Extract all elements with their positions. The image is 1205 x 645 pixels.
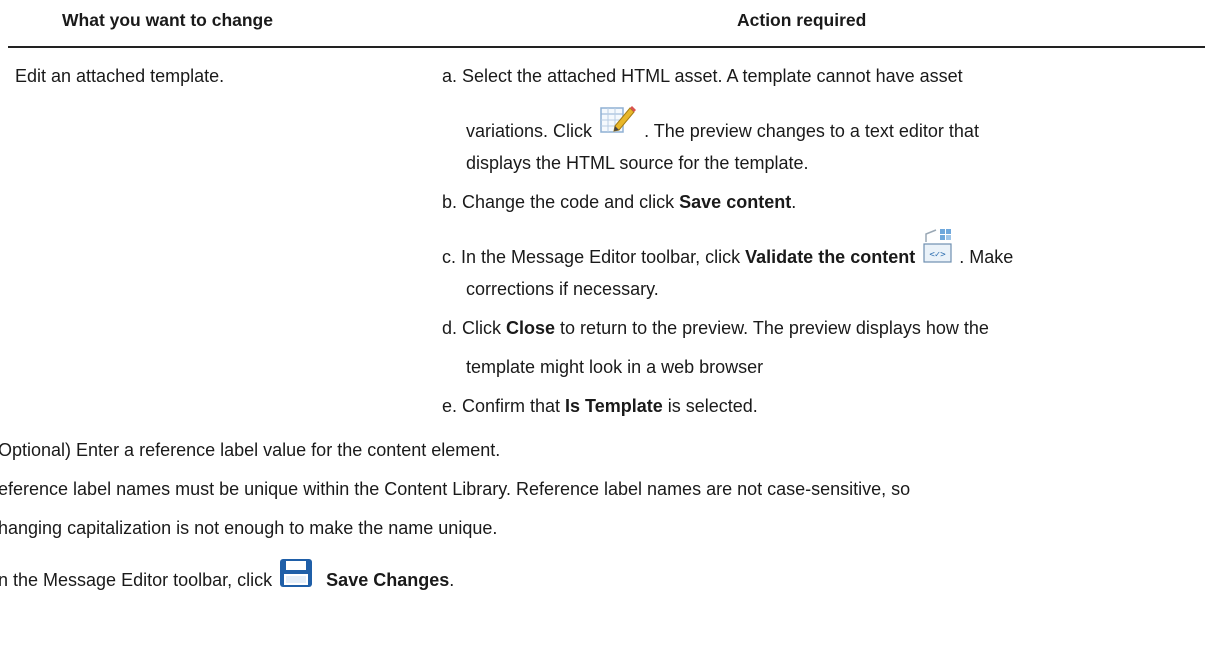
column-header-action: Action required <box>737 10 867 30</box>
step-a-text-after: . The preview changes to a text editor t… <box>644 120 979 141</box>
is-template-label: Is Template <box>565 396 663 416</box>
validate-content-icon: <✓> <box>922 228 952 264</box>
step-e-text: e. Confirm that <box>442 396 566 416</box>
step-a-text-before: variations. Click <box>466 120 593 141</box>
step-b-end: . <box>791 192 797 212</box>
header-divider <box>8 46 1205 48</box>
step-d-text: d. Click <box>442 318 507 338</box>
step-c: c. In the Message Editor toolbar, click … <box>442 229 1014 276</box>
step-d: d. Click Close to return to the preview.… <box>442 318 989 339</box>
step-b-text: b. Change the code and click <box>442 192 680 212</box>
optional-step: Optional) Enter a reference label value … <box>0 440 501 460</box>
save-changes-label: Save Changes <box>326 569 450 590</box>
step-d-end: to return to the preview. The preview di… <box>555 318 989 338</box>
save-changes-icon <box>279 558 313 588</box>
close-label: Close <box>506 318 556 338</box>
reference-note-line-2: hanging capitalization is not enough to … <box>0 518 498 538</box>
step-c-text: c. In the Message Editor toolbar, click <box>442 246 746 267</box>
step-c-end: . Make <box>959 246 1014 267</box>
validate-content-label: Validate the content <box>745 246 916 267</box>
save-step-text: n the Message Editor toolbar, click <box>0 569 273 590</box>
step-b: b. Change the code and click Save conten… <box>442 192 796 213</box>
step-a-line-2: variations. Click . The preview changes … <box>466 106 979 150</box>
edit-source-icon <box>599 102 637 138</box>
save-content-label: Save content <box>679 192 792 212</box>
reference-note-line-1: eference label names must be unique with… <box>0 479 911 499</box>
step-e-end: is selected. <box>662 396 758 416</box>
step-e: e. Confirm that Is Template is selected. <box>442 396 758 417</box>
save-step: n the Message Editor toolbar, click Save… <box>0 559 455 596</box>
step-a-line-3: displays the HTML source for the templat… <box>466 153 809 173</box>
svg-text:<✓>: <✓> <box>930 250 947 260</box>
column-header-change: What you want to change <box>62 10 273 30</box>
change-cell: Edit an attached template. <box>15 66 225 86</box>
step-d-line-2: template might look in a web browser <box>466 357 764 377</box>
step-a-line-1: a. Select the attached HTML asset. A tem… <box>442 66 963 86</box>
save-step-end: . <box>449 569 455 590</box>
step-c-line-2: corrections if necessary. <box>466 279 659 299</box>
